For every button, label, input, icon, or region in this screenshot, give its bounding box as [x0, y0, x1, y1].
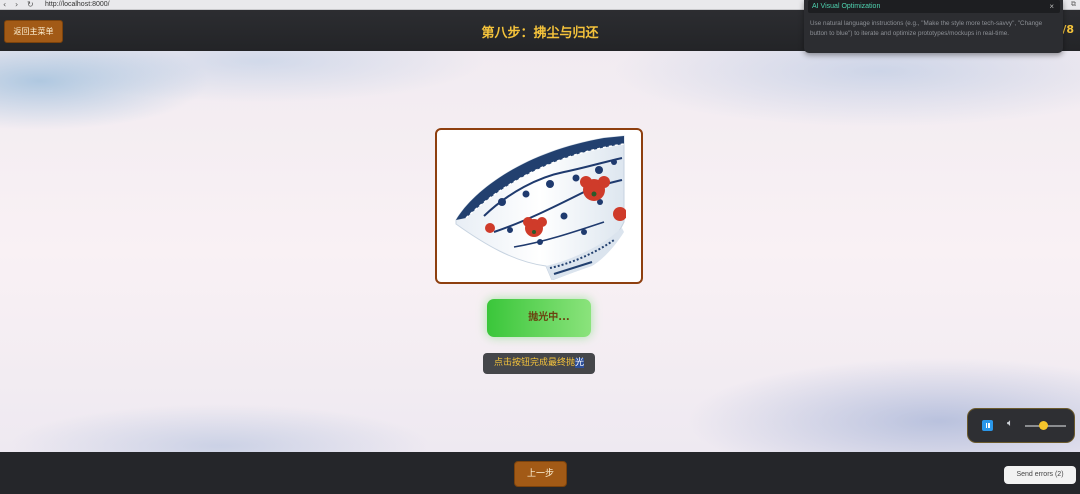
- hint-label: 点击按钮完成最终抛光: [483, 353, 595, 374]
- bottom-bar: 上一步 Send errors (2): [0, 452, 1080, 494]
- polish-button-label: 抛光中...: [528, 312, 570, 323]
- step-counter: /8: [1062, 23, 1074, 36]
- ai-visual-optimization-panel: AI Visual Optimization × Use natural lan…: [804, 0, 1063, 53]
- send-errors-button[interactable]: Send errors (2): [1004, 466, 1076, 484]
- close-icon[interactable]: ×: [1049, 1, 1054, 12]
- porcelain-bowl-image: [455, 135, 626, 280]
- ai-panel-header: AI Visual Optimization ×: [808, 0, 1060, 13]
- audio-player: 🔈︎: [967, 408, 1075, 443]
- back-icon[interactable]: ‹: [3, 0, 6, 9]
- ai-panel-description: Use natural language instructions (e.g.,…: [810, 20, 1043, 37]
- reload-icon[interactable]: ↻: [27, 0, 34, 9]
- hint-highlight: 光: [575, 358, 585, 368]
- polish-button[interactable]: 抛光中...: [487, 299, 591, 337]
- external-link-icon[interactable]: ⧉: [1071, 0, 1076, 9]
- address-bar[interactable]: http://localhost:8000/: [45, 0, 110, 9]
- pause-icon[interactable]: [982, 420, 993, 431]
- speaker-icon[interactable]: 🔈︎: [1007, 418, 1013, 429]
- volume-slider-knob[interactable]: [1038, 421, 1048, 430]
- porcelain-bowl-frame: [435, 128, 643, 284]
- forward-icon[interactable]: ›: [15, 0, 18, 9]
- hint-text: 点击按钮完成最终抛: [493, 358, 575, 368]
- ai-panel-title: AI Visual Optimization: [812, 3, 881, 10]
- previous-step-button[interactable]: 上一步: [514, 461, 567, 487]
